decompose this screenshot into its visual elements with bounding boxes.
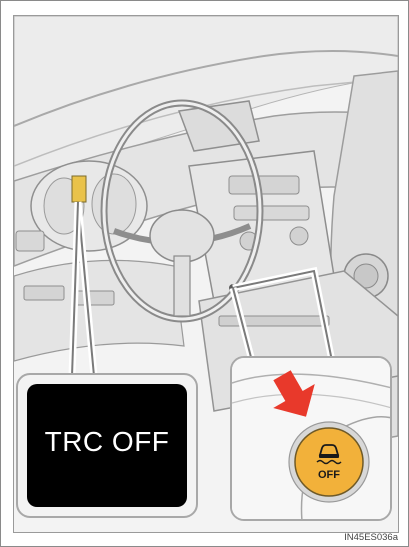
indicator-callout: TRC OFF [16, 373, 198, 518]
switch-off-label: OFF [318, 469, 340, 481]
switch-closeup: OFF [232, 358, 390, 519]
trc-off-indicator-text: TRC OFF [44, 426, 170, 457]
trc-off-indicator: TRC OFF [27, 384, 187, 507]
switch-callout: OFF [230, 356, 392, 521]
figure-frame: TRC OFF OFF IN45ES036a [0, 0, 409, 547]
figure-caption: IN45ES036a [344, 532, 398, 543]
